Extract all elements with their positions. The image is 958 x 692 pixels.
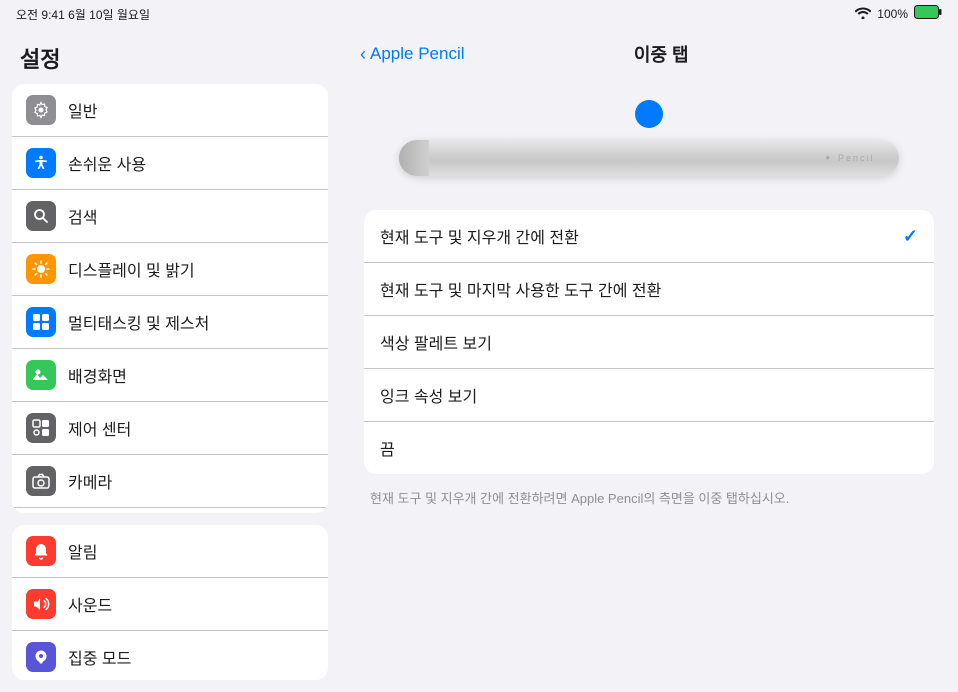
- focus-label: 집중 모드: [68, 645, 131, 669]
- display-label: 디스플레이 및 밝기: [68, 257, 195, 281]
- general-label: 일반: [68, 98, 97, 122]
- option-1-label: 현재 도구 및 지우개 간에 전환: [380, 224, 579, 248]
- sidebar-item-sounds[interactable]: 사운드: [12, 578, 328, 631]
- notifications-label: 알림: [68, 539, 97, 563]
- status-time: 오전 9:41 6월 10일 월요일: [16, 6, 150, 23]
- right-panel: ‹ Apple Pencil 이중 탭 ✦ Pencil: [340, 28, 958, 692]
- detail-title: 이중 탭: [465, 41, 858, 67]
- option-item-5[interactable]: 끔: [364, 422, 934, 474]
- sidebar-item-accessibility[interactable]: 손쉬운 사용: [12, 137, 328, 190]
- control-label: 제어 센터: [68, 416, 131, 440]
- search-icon: [26, 201, 56, 231]
- sidebar: 설정 일반 손쉬운 사용: [0, 28, 340, 692]
- option-item-3[interactable]: 색상 팔레트 보기: [364, 316, 934, 369]
- checkmark-icon: ✓: [903, 226, 918, 247]
- pencil-tip: [399, 140, 429, 176]
- sidebar-group-main: 일반 손쉬운 사용 검색: [12, 84, 328, 513]
- control-icon: [26, 413, 56, 443]
- sidebar-group-secondary: 알림 사운드 집중 모: [12, 525, 328, 680]
- sidebar-item-camera[interactable]: 카메라: [12, 455, 328, 508]
- sidebar-item-multitask[interactable]: 멀티태스킹 및 제스처: [12, 296, 328, 349]
- back-label: Apple Pencil: [370, 44, 465, 64]
- right-body: ✦ Pencil 현재 도구 및 지우개 간에 전환 ✓ 현재 도구 및 마지막…: [340, 80, 958, 692]
- option-3-label: 색상 팔레트 보기: [380, 330, 492, 354]
- svg-text:✦ Pencil: ✦ Pencil: [824, 153, 875, 163]
- sidebar-item-search[interactable]: 검색: [12, 190, 328, 243]
- camera-label: 카메라: [68, 469, 112, 493]
- back-button[interactable]: ‹ Apple Pencil: [360, 44, 465, 65]
- option-item-2[interactable]: 현재 도구 및 마지막 사용한 도구 간에 전환: [364, 263, 934, 316]
- multitask-icon: [26, 307, 56, 337]
- search-label: 검색: [68, 204, 97, 228]
- wifi-icon: [855, 7, 871, 22]
- sidebar-item-homescreen[interactable]: 홈 화면 및 앱 보관함: [12, 508, 328, 513]
- battery-icon: [914, 5, 942, 24]
- accessibility-label: 손쉬운 사용: [68, 151, 146, 175]
- main-container: 설정 일반 손쉬운 사용: [0, 28, 958, 692]
- sounds-icon: [26, 589, 56, 619]
- pencil-illustration: ✦ Pencil: [364, 90, 934, 186]
- option-4-label: 잉크 속성 보기: [380, 383, 477, 407]
- option-item-4[interactable]: 잉크 속성 보기: [364, 369, 934, 422]
- status-right: 100%: [855, 5, 942, 24]
- hint-text: 현재 도구 및 지우개 간에 전환하려면 Apple Pencil의 측면을 이…: [364, 488, 934, 510]
- wallpaper-icon: [26, 360, 56, 390]
- focus-icon: [26, 642, 56, 672]
- status-bar: 오전 9:41 6월 10일 월요일 100%: [0, 0, 958, 28]
- pencil-brand-label: ✦ Pencil: [824, 151, 879, 166]
- wallpaper-label: 배경화면: [68, 363, 127, 387]
- multitask-label: 멀티태스킹 및 제스처: [68, 310, 209, 334]
- option-item-1[interactable]: 현재 도구 및 지우개 간에 전환 ✓: [364, 210, 934, 263]
- sounds-label: 사운드: [68, 592, 112, 616]
- pencil-dot: [635, 100, 663, 128]
- option-5-label: 끔: [380, 436, 395, 460]
- sidebar-item-notifications[interactable]: 알림: [12, 525, 328, 578]
- display-icon: [26, 254, 56, 284]
- camera-icon: [26, 466, 56, 496]
- right-header: ‹ Apple Pencil 이중 탭: [340, 28, 958, 80]
- notifications-icon: [26, 536, 56, 566]
- options-group: 현재 도구 및 지우개 간에 전환 ✓ 현재 도구 및 마지막 사용한 도구 간…: [364, 210, 934, 474]
- accessibility-icon: [26, 148, 56, 178]
- pencil-body: ✦ Pencil: [399, 140, 899, 176]
- battery-text: 100%: [877, 7, 908, 21]
- sidebar-item-focus[interactable]: 집중 모드: [12, 631, 328, 680]
- sidebar-item-control[interactable]: 제어 센터: [12, 402, 328, 455]
- back-chevron-icon: ‹: [360, 44, 366, 65]
- sidebar-title: 설정: [0, 28, 340, 84]
- sidebar-item-display[interactable]: 디스플레이 및 밝기: [12, 243, 328, 296]
- sidebar-item-wallpaper[interactable]: 배경화면: [12, 349, 328, 402]
- option-2-label: 현재 도구 및 마지막 사용한 도구 간에 전환: [380, 277, 661, 301]
- sidebar-item-general[interactable]: 일반: [12, 84, 328, 137]
- general-icon: [26, 95, 56, 125]
